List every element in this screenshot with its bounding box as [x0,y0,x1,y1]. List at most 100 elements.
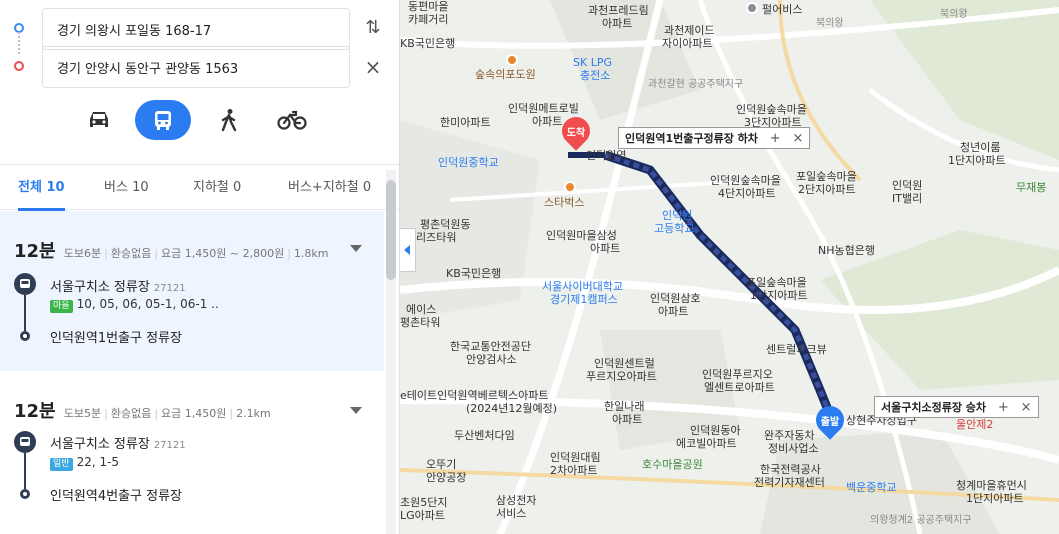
map-label: (2024년12월예정) [466,402,558,415]
map-label: 북의왕 [816,18,844,29]
plus-icon[interactable]: + [770,131,781,146]
map-label: 서비스 [496,507,527,520]
callout-label: 인덕원역1번출구정류장 하차 [625,132,758,145]
map-label: 호수마을공원 [642,458,703,471]
scrollbar-thumb[interactable] [386,180,396,280]
mode-car[interactable] [71,100,127,140]
alight-stop: 인덕원역1번출구 정류장 [50,331,183,346]
destination-callout: 인덕원역1번출구정류장 하차 + × [618,127,811,149]
map-label: 한미아파트 [440,116,491,129]
map-label: 청년이룸 [960,141,1001,154]
poi-icon[interactable] [564,181,576,193]
map-label: NH농협은행 [818,244,875,257]
map-label: 안양공장 [426,471,467,484]
close-icon[interactable]: × [793,131,804,146]
fare-info: 요금 1,450원 [161,407,227,420]
collapse-panel-button[interactable] [400,228,416,272]
map-label: 과천갈현 공공주택지구 [648,79,744,90]
map-label: 평촌타워 [400,316,441,329]
map-label: 4단지아파트 [718,187,776,200]
map-label: 센트럴파크뷰 [766,343,827,356]
chevron-left-icon [403,245,410,255]
plus-icon[interactable]: + [998,400,1009,415]
bus-type-badge: 일반 [50,458,73,471]
route-result-2[interactable]: 12분 도보5분 | 환승없음 | 요금 1,450원 | 2.1km 서울구치소 정류장 2… [0,373,384,533]
bus-type-badge: 마을 [50,300,73,313]
swap-vertical-icon[interactable]: ⇅ [362,17,384,38]
map-label: 고등학교 [654,222,695,235]
mode-bike[interactable] [264,100,320,140]
map-label: 인덕원대림 [550,451,601,464]
bus-stop-icon [14,273,36,295]
map-label: 엘센트로아파트 [704,381,775,394]
walk-icon [221,109,237,132]
map-label: 숲속의포도원 [475,68,536,81]
map-label: 한국교통안전공단 [450,340,531,353]
map-label: 인덕원마을삼성 [546,229,617,242]
destination-pin[interactable]: 도착 [556,111,596,153]
map-label: 아파트 [602,17,633,30]
tab-subway[interactable]: 지하철 0 [193,165,241,211]
map-label: 포일숲속마을 [796,170,857,183]
bus-stop-icon [14,431,36,453]
walk-time: 도보6분 [63,247,102,260]
map-label: KB국민은행 [446,267,502,280]
map-label: 2단지아파트 [798,183,856,196]
expand-chevron-down-icon[interactable] [350,245,362,252]
map-label: 에이스 [406,303,437,316]
poi-icon[interactable] [506,54,518,66]
map-label: 두산벤처다임 [454,429,515,442]
map-label: 푸르지오아파트 [586,370,657,383]
map-label: 한국전력공사 [760,463,821,476]
route-results: 12분 도보6분 | 환승없음 | 요금 1,450원 ~ 2,800원 | 1.8km 서… [0,211,384,534]
map-label: 의왕청계2 공공주택지구 [870,515,972,526]
tab-bus-subway[interactable]: 버스+지하철 0 [288,165,371,211]
callout-label: 서울구치소정류장 승차 [881,401,987,414]
expand-chevron-down-icon[interactable] [350,407,362,414]
tab-bus[interactable]: 버스 10 [104,165,149,211]
bus-icon [155,111,171,130]
map-label: e테이트인덕원역베르텍스아파트 [400,389,549,402]
map-label: 스타벅스 [544,196,585,209]
map-label: 1단지아파트 [750,289,808,302]
map-label: 인덕원 [892,179,923,192]
map-view[interactable]: 동편마을 카페거리 과천프레드림 아파트 펄어비스 북의왕 북의왕 KB국민은행… [400,0,1059,534]
map-label: 카페거리 [408,13,449,26]
origin-input[interactable]: 경기 의왕시 포일동 168-17 [42,8,350,50]
close-icon[interactable]: × [1021,400,1032,415]
route-summary: 12분 도보6분 | 환승없음 | 요금 1,450원 ~ 2,800원 | 1.8km [14,241,329,262]
map-label: 포일숲속마을 [746,276,807,289]
tab-all[interactable]: 전체 10 [18,165,65,211]
map-label: 울안제2 [956,418,994,431]
transfer-info: 환승없음 [110,407,152,420]
map-label: 1단지아파트 [966,492,1024,505]
mode-walk[interactable] [201,100,257,140]
map-label: 펄어비스 [762,3,803,16]
map-label: 오뚜기 [426,458,457,471]
map-label: 정비사업소 [768,442,819,455]
map-label: 한일나래 [604,400,645,413]
map-label: 에코빌아파트 [676,437,737,450]
map-label: 서울사이버대학교 [542,280,623,293]
origin-pin[interactable]: 출발 [810,400,850,442]
close-icon[interactable]: × [362,55,384,79]
alight-stop: 인덕원역4번출구 정류장 [50,489,183,504]
map-label: 인덕원중학교 [438,156,499,169]
map-label: 인덕원 [662,209,693,222]
route-line [24,295,26,331]
route-time: 12분 [14,241,56,262]
route-summary: 12분 도보5분 | 환승없음 | 요금 1,450원 | 2.1km [14,401,271,422]
route-result-1[interactable]: 12분 도보6분 | 환승없음 | 요금 1,450원 ~ 2,800원 | 1.8km 서… [0,211,384,371]
walk-time: 도보5분 [63,407,102,420]
destination-input[interactable]: 경기 안양시 동안구 관양동 1563 [42,46,350,88]
transport-modes [0,100,399,144]
map-label: 동편마을 [408,0,449,13]
poi-icon[interactable] [746,2,758,14]
map-label: 평촌덕원동 [420,218,471,231]
map-label: LG아파트 [400,509,446,522]
map-label: 아파트 [658,305,689,318]
map-label: 아파트 [612,413,643,426]
mode-transit[interactable] [135,100,191,140]
map-label: 전력기자재센터 [754,476,825,489]
map-label: 아파트 [532,115,563,128]
